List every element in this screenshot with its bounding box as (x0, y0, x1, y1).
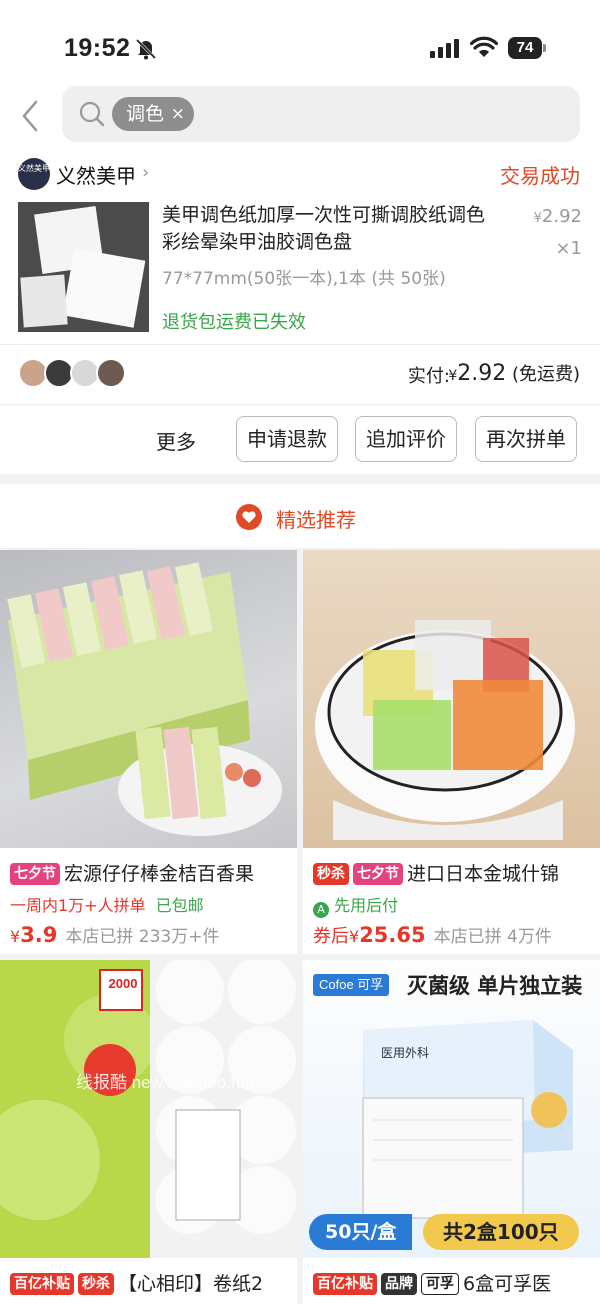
pay-note: (免运费) (511, 364, 580, 385)
order-status: 交易成功 (500, 164, 580, 188)
search-chip[interactable]: 调色 × (112, 97, 195, 131)
product-card[interactable]: 2000 百亿补贴 秒杀 【心相印】卷纸2 (0, 960, 297, 1304)
search-input[interactable]: 调色 × (62, 86, 580, 142)
avatar (96, 358, 126, 388)
tag-flash-sale: 秒杀 (313, 863, 349, 885)
total-count-badge: 共2盒100只 (423, 1214, 579, 1250)
divider (0, 344, 600, 345)
heart-icon (236, 504, 262, 530)
sales-note: 一周内1万+人拼单 (10, 896, 146, 915)
battery-level: 74 (508, 37, 542, 59)
card-price: ¥3.9 本店已拼 233万+件 (10, 922, 220, 947)
price-value: 3.9 (20, 923, 58, 947)
refund-button[interactable]: 申请退款 (236, 416, 338, 462)
add-review-button[interactable]: 追加评价 (355, 416, 457, 462)
shop-name[interactable]: 义然美甲 (56, 160, 136, 189)
return-notice: 退货包运费已失效 (162, 312, 306, 333)
product-card[interactable]: 七夕节 宏源仔仔棒金桔百香果 一周内1万+人拼单 已包邮 ¥3.9 本店已拼 233… (0, 550, 297, 954)
battery-icon: 74 (508, 37, 548, 59)
pay-label: 实付: (407, 366, 450, 387)
coupon-prefix: 券后 (313, 926, 349, 947)
product-card-title: 七夕节 宏源仔仔棒金桔百香果 (10, 860, 290, 888)
product-image-paper (20, 274, 68, 328)
sold-count: 本店已拼 4万件 (433, 927, 552, 947)
chip-close-icon[interactable]: × (171, 97, 185, 131)
pack-count-label: 2000 (108, 976, 138, 991)
product-card[interactable]: 秒杀 七夕节 进口日本金城什锦 A 先用后付 券后¥25.65 本店已拼 4万件 (303, 550, 600, 954)
product-title[interactable]: 美甲调色纸加厚一次性可撕调胶纸调色彩绘晕染甲油胶调色盘 (162, 202, 502, 256)
bell-off-icon (135, 38, 157, 60)
candy-box-illustration (7, 562, 282, 836)
status-bar: 19:52 74 (0, 0, 600, 86)
pack-count-badge: 50只/盒 (309, 1214, 413, 1250)
currency-symbol: ¥ (533, 211, 542, 226)
product-image-paper (62, 248, 146, 328)
tag-qixi: 七夕节 (10, 863, 60, 885)
currency-symbol: ¥ (10, 927, 21, 946)
product-card-title: 百亿补贴 秒杀 【心相印】卷纸2 (10, 1270, 290, 1298)
product-card-title: 秒杀 七夕节 进口日本金城什锦 (313, 860, 593, 888)
order-actions: 更多 申请退款 追加评价 再次拼单 (0, 404, 600, 474)
product-card[interactable]: Cofoe 可孚 灭菌级 单片独立装 医用外科 50只/盒 共2盒100只 百亿… (303, 960, 600, 1304)
watermark: 线报酷 new.xianbao.fun (76, 1073, 255, 1092)
pay-amount: ¥2.92 (免运费) (448, 360, 580, 386)
shipping-note: 已包邮 (155, 896, 204, 915)
product-image: Cofoe 可孚 灭菌级 单片独立装 医用外科 50只/盒 共2盒100只 (303, 960, 600, 1258)
box-label: 医用外科 (381, 1046, 430, 1060)
price-value: 2.92 (541, 206, 582, 227)
recommend-title: 精选推荐 (276, 508, 356, 532)
tag-brand: 品牌 (381, 1273, 417, 1295)
pay-later-icon: A (313, 902, 329, 918)
product-spec: 77*77mm(50张一本),1本 (共 50张) (162, 269, 446, 289)
tissue-pack-illustration (0, 960, 297, 1258)
product-image (303, 550, 600, 848)
status-time: 19:52 (64, 34, 131, 62)
wifi-icon (470, 36, 498, 57)
tag-subsidy: 百亿补贴 (313, 1273, 377, 1295)
shop-row[interactable]: 义然美甲 义然美甲 › 交易成功 (0, 150, 600, 198)
shop-logo: 义然美甲 (18, 158, 50, 190)
jelly-bowl-illustration (315, 620, 575, 840)
payment-row: 实付: ¥2.92 (免运费) (0, 346, 600, 404)
card-sub: 一周内1万+人拼单 已包邮 (10, 892, 204, 916)
product-image: 2000 (0, 960, 297, 1258)
more-button[interactable]: 更多 (156, 426, 196, 455)
product-image[interactable] (18, 202, 149, 332)
pay-value: 2.92 (457, 361, 507, 386)
product-qty: ×1 (555, 238, 582, 259)
card-title-text: 进口日本金城什锦 (407, 863, 560, 885)
order-card: 义然美甲 义然美甲 › 交易成功 美甲调色纸加厚一次性可撕调胶纸调色彩绘晕染甲油… (0, 150, 600, 474)
search-chip-label: 调色 (126, 103, 165, 125)
cellular-signal-icon (430, 39, 459, 58)
search-header: 调色 × (0, 86, 600, 150)
tag-flash-sale: 秒杀 (78, 1273, 114, 1295)
recommend-header: 精选推荐 (0, 484, 600, 548)
sold-count: 本店已拼 233万+件 (65, 927, 220, 947)
card-title-text: 6盒可孚医 (463, 1273, 552, 1295)
product-card-title: 百亿补贴 品牌 可孚 6盒可孚医 (313, 1270, 593, 1298)
product-image (0, 550, 297, 848)
card-price: 券后¥25.65 本店已拼 4万件 (313, 922, 552, 948)
tag-brand-name: 可孚 (421, 1273, 459, 1295)
rebuy-button[interactable]: 再次拼单 (475, 416, 577, 462)
card-sub: A 先用后付 (313, 892, 398, 918)
card-title-text: 宏源仔仔棒金桔百香果 (64, 863, 255, 885)
chevron-right-icon: › (142, 162, 150, 183)
search-icon (79, 101, 105, 127)
battery-tip (543, 44, 546, 52)
product-price: ¥2.92 (534, 206, 582, 227)
currency-symbol: ¥ (349, 927, 360, 946)
tag-qixi: 七夕节 (353, 863, 403, 885)
pay-later-note: 先用后付 (334, 896, 399, 915)
price-value: 25.65 (359, 923, 426, 947)
card-title-text: 【心相印】卷纸2 (118, 1273, 264, 1295)
back-icon[interactable] (16, 96, 46, 136)
tag-subsidy: 百亿补贴 (10, 1273, 74, 1295)
currency-symbol: ¥ (448, 368, 458, 384)
